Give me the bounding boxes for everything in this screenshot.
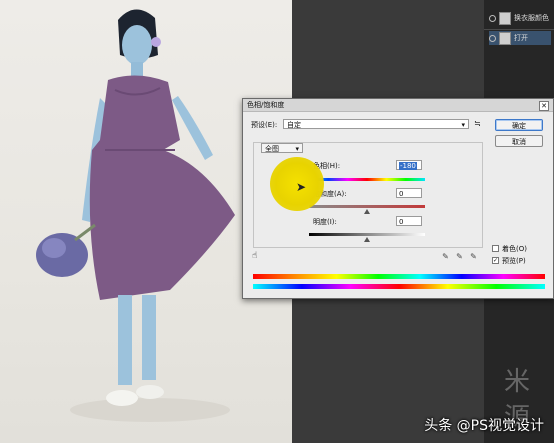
channel-select[interactable]: 全图 ▾ — [261, 143, 303, 153]
dialog-titlebar[interactable]: 色相/饱和度 ✕ — [243, 99, 553, 112]
lightness-slider-thumb[interactable] — [364, 237, 370, 242]
cancel-button[interactable]: 取消 — [495, 135, 543, 147]
output-color-bar — [253, 284, 545, 289]
lightness-input[interactable]: 0 — [396, 216, 422, 226]
colorize-label: 着色(O) — [502, 245, 527, 253]
saturation-slider-thumb[interactable] — [364, 209, 370, 214]
input-color-bar — [253, 274, 545, 279]
eyedropper-icon[interactable]: ✎ — [441, 252, 450, 261]
layer-thumbnail-icon — [499, 11, 511, 25]
preset-select[interactable]: 自定 ▾ — [283, 119, 469, 129]
chevron-down-icon: ▾ — [295, 145, 299, 153]
saturation-slider-track[interactable] — [309, 205, 425, 208]
preset-value: 自定 — [287, 121, 301, 129]
svg-text:米: 米 — [504, 367, 530, 397]
hue-input[interactable]: -180 — [396, 160, 422, 170]
preview-checkbox[interactable]: ✓ — [492, 257, 499, 264]
channel-value: 全图 — [265, 145, 279, 153]
chevron-down-icon: ▾ — [461, 121, 465, 129]
preview-label: 预览(P) — [502, 257, 526, 265]
visibility-eye-icon[interactable] — [489, 34, 496, 42]
panel-divider — [484, 29, 554, 30]
lightness-value: 0 — [399, 218, 404, 226]
layer-row[interactable]: 换衣服颜色 — [489, 11, 551, 25]
eyedropper-plus-icon[interactable]: ✎ — [455, 252, 464, 261]
layer-name: 换衣服颜色 — [514, 14, 549, 22]
hue-value: -180 — [399, 162, 417, 170]
hue-slider-track[interactable] — [309, 178, 425, 181]
dialog-title: 色相/饱和度 — [247, 101, 285, 109]
watermark-text: 头条 @PS视觉设计 — [424, 418, 544, 434]
lightness-label: 明度(I): — [313, 218, 337, 226]
preset-label: 预设(E): — [251, 121, 278, 129]
eyedropper-minus-icon[interactable]: ✎ — [469, 252, 478, 261]
colorize-checkbox[interactable] — [492, 245, 499, 252]
lightness-slider-track[interactable] — [309, 233, 425, 236]
visibility-eye-icon[interactable] — [489, 14, 496, 22]
saturation-value: 0 — [399, 190, 404, 198]
layer-thumbnail-icon — [499, 31, 511, 45]
layer-row-selected[interactable]: 打开 — [489, 31, 551, 45]
preset-options-icon[interactable]: ≒ — [474, 119, 481, 128]
layer-name: 打开 — [514, 34, 528, 42]
close-icon[interactable]: ✕ — [539, 101, 549, 111]
ok-button[interactable]: 确定 — [495, 119, 543, 131]
target-adjust-hand-icon[interactable]: ☝ — [252, 251, 257, 261]
mouse-pointer-icon: ➤ — [296, 180, 307, 194]
saturation-input[interactable]: 0 — [396, 188, 422, 198]
